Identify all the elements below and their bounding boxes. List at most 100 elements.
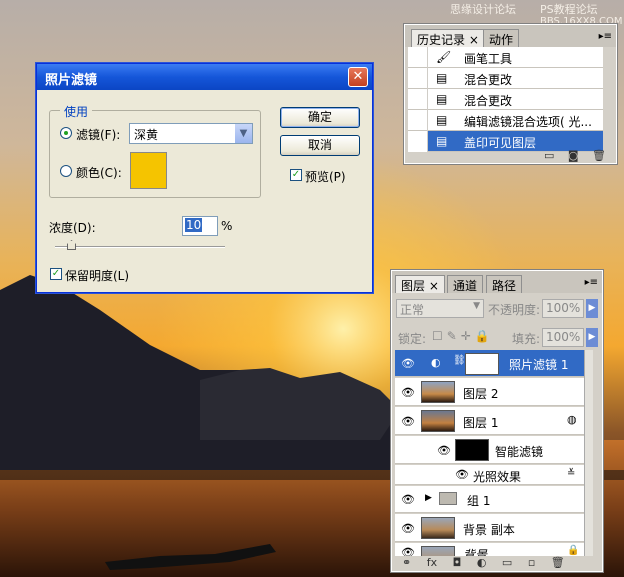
trash-icon[interactable]: 🗑 xyxy=(592,149,606,162)
filter-options-icon[interactable]: ≚ xyxy=(567,468,575,479)
layer-name: 组 1 xyxy=(467,494,491,508)
tab-layers[interactable]: 图层 × xyxy=(395,275,445,293)
tab-history[interactable]: 历史记录 × xyxy=(411,29,485,47)
watermark-text-2: PS教程论坛 xyxy=(540,3,598,16)
density-slider-thumb[interactable] xyxy=(67,240,76,250)
document-icon: ▤ xyxy=(436,71,448,85)
link-icon[interactable]: ⚭ xyxy=(402,556,411,569)
layer-name: 图层 1 xyxy=(463,416,499,430)
blend-mode-select[interactable]: 正常 ▼ xyxy=(396,299,484,318)
layer-row-filter-effect[interactable]: 👁 光照效果 ≚ xyxy=(395,465,584,485)
layer-name: 智能滤镜 xyxy=(495,445,544,459)
eye-icon[interactable]: 👁 xyxy=(455,468,469,481)
filter-select[interactable]: 深黄 ▼ xyxy=(129,123,253,144)
dialog-titlebar[interactable]: 照片滤镜 ✕ xyxy=(37,64,372,90)
camera-icon[interactable]: ◙ xyxy=(568,149,579,162)
filter-mask-thumbnail xyxy=(455,439,489,461)
close-button[interactable]: ✕ xyxy=(348,67,368,87)
layer-row-group[interactable]: 👁 ▶ 组 1 xyxy=(395,486,584,513)
group-label: 使用 xyxy=(60,103,93,120)
color-label: 颜色(C): xyxy=(76,166,122,180)
preview-label: 预览(P) xyxy=(305,170,346,184)
density-slider-track[interactable] xyxy=(55,246,225,248)
new-document-icon[interactable]: ▭ xyxy=(544,149,554,162)
filter-radio[interactable] xyxy=(60,127,72,139)
eye-icon[interactable]: 👁 xyxy=(437,444,451,457)
history-tabbar: 历史记录 × 动作 ▸≡ xyxy=(405,25,616,47)
panel-menu-icon[interactable]: ▸≡ xyxy=(585,277,598,288)
density-value: 10 xyxy=(185,218,203,232)
opacity-input[interactable]: 100% xyxy=(542,299,584,318)
fx-icon[interactable]: fx xyxy=(427,556,437,569)
layer-row[interactable]: 👁 图层 1 ◍ xyxy=(395,407,584,435)
layers-panel: 图层 × 通道 路径 ▸≡ 正常 ▼ 不透明度: 100% ▶ 锁定: ☐✎✛🔒 … xyxy=(391,270,603,572)
cancel-button[interactable]: 取消 xyxy=(280,135,360,156)
panel-menu-icon[interactable]: ▸≡ xyxy=(599,31,612,42)
history-item[interactable]: ▤ 混合更改 xyxy=(408,89,603,110)
document-icon: ▤ xyxy=(436,134,448,148)
eye-icon[interactable]: 👁 xyxy=(401,493,415,506)
mask-icon[interactable]: ◘ xyxy=(453,556,462,569)
filter-label: 滤镜(F): xyxy=(76,128,121,142)
fill-arrow-icon[interactable]: ▶ xyxy=(586,328,598,347)
fill-input[interactable]: 100% xyxy=(542,328,584,347)
eye-icon[interactable]: 👁 xyxy=(401,386,415,399)
layer-thumbnail xyxy=(421,381,455,403)
history-item[interactable]: ▤ 混合更改 xyxy=(408,68,603,89)
filter-value: 深黄 xyxy=(134,128,159,142)
preserve-luminosity-checkbox[interactable]: ✓ xyxy=(50,268,62,280)
folder-icon[interactable]: ▭ xyxy=(502,556,512,569)
preview-checkbox[interactable]: ✓ xyxy=(290,169,302,181)
trash-icon[interactable]: 🗑 xyxy=(551,556,565,569)
eye-icon[interactable]: 👁 xyxy=(401,522,415,535)
triangle-right-icon[interactable]: ▶ xyxy=(425,493,432,503)
layer-thumbnail xyxy=(421,410,455,432)
color-radio[interactable] xyxy=(60,165,72,177)
percent-label: % xyxy=(221,219,233,233)
history-item[interactable]: ▤ 编辑滤镜混合选项( 光... xyxy=(408,110,603,131)
history-panel: 历史记录 × 动作 ▸≡ 🖌 画笔工具 ▤ 混合更改 ▤ 混合更改 ▤ 编辑滤镜混合选项… xyxy=(404,24,617,164)
lock-label: 锁定: xyxy=(398,332,427,346)
layer-thumbnail xyxy=(421,517,455,539)
opacity-label: 不透明度: xyxy=(488,303,541,317)
layer-row-photo-filter[interactable]: 👁 ◐ ⛓ 照片滤镜 1 xyxy=(395,350,584,377)
tab-paths[interactable]: 路径 xyxy=(486,275,523,293)
tab-channels[interactable]: 通道 xyxy=(447,275,484,293)
chain-icon: ⛓ xyxy=(453,355,466,366)
eye-icon[interactable]: 👁 xyxy=(401,357,415,370)
layer-mask-thumbnail[interactable] xyxy=(465,353,499,375)
layer-row[interactable]: 👁 图层 2 xyxy=(395,378,584,406)
ok-button[interactable]: 确定 xyxy=(280,107,360,128)
photo-filter-dialog: 照片滤镜 ✕ 使用 滤镜(F): 深黄 ▼ 颜色(C): 确定 取消 ✓ 预览(… xyxy=(36,63,373,293)
density-input[interactable]: 10 xyxy=(182,216,218,236)
lock-icons[interactable]: ☐✎✛🔒 xyxy=(432,329,494,343)
chevron-down-icon[interactable]: ▼ xyxy=(235,124,252,143)
lock-icon: 🔒 xyxy=(567,545,580,556)
color-swatch[interactable] xyxy=(130,152,167,189)
adjustment-layer-icon[interactable]: ◐ xyxy=(477,556,487,569)
brush-icon: 🖌 xyxy=(436,50,452,64)
layer-name: 图层 2 xyxy=(463,387,499,401)
preserve-luminosity-label: 保留明度(L) xyxy=(65,269,130,283)
watermark-text: 思缘设计论坛 xyxy=(450,3,516,16)
tab-actions[interactable]: 动作 xyxy=(483,29,520,47)
layer-name: 背景 副本 xyxy=(463,523,515,537)
fill-label: 填充: xyxy=(512,332,541,346)
adjustment-icon: ◐ xyxy=(431,356,441,369)
chevron-down-icon: ▼ xyxy=(473,301,480,311)
document-icon: ▤ xyxy=(436,113,448,127)
document-icon: ▤ xyxy=(436,92,448,106)
layer-row[interactable]: 👁 背景 副本 xyxy=(395,514,584,542)
eye-icon[interactable]: 👁 xyxy=(401,415,415,428)
layers-scrollbar[interactable] xyxy=(584,350,593,559)
opacity-arrow-icon[interactable]: ▶ xyxy=(586,299,598,318)
history-footer: ▭ ◙ 🗑 xyxy=(405,149,616,167)
layer-name: 照片滤镜 1 xyxy=(509,358,569,372)
folder-icon xyxy=(439,492,457,505)
layers-footer: ⚭ fx ◘ ◐ ▭ ▫ 🗑 xyxy=(392,556,602,571)
new-layer-icon[interactable]: ▫ xyxy=(528,556,535,569)
layer-row-smart-filter[interactable]: 👁 智能滤镜 xyxy=(395,436,584,464)
layer-name: 光照效果 xyxy=(473,470,522,484)
history-item[interactable]: 🖌 画笔工具 xyxy=(408,47,603,68)
smart-object-icon: ◍ xyxy=(567,413,577,426)
